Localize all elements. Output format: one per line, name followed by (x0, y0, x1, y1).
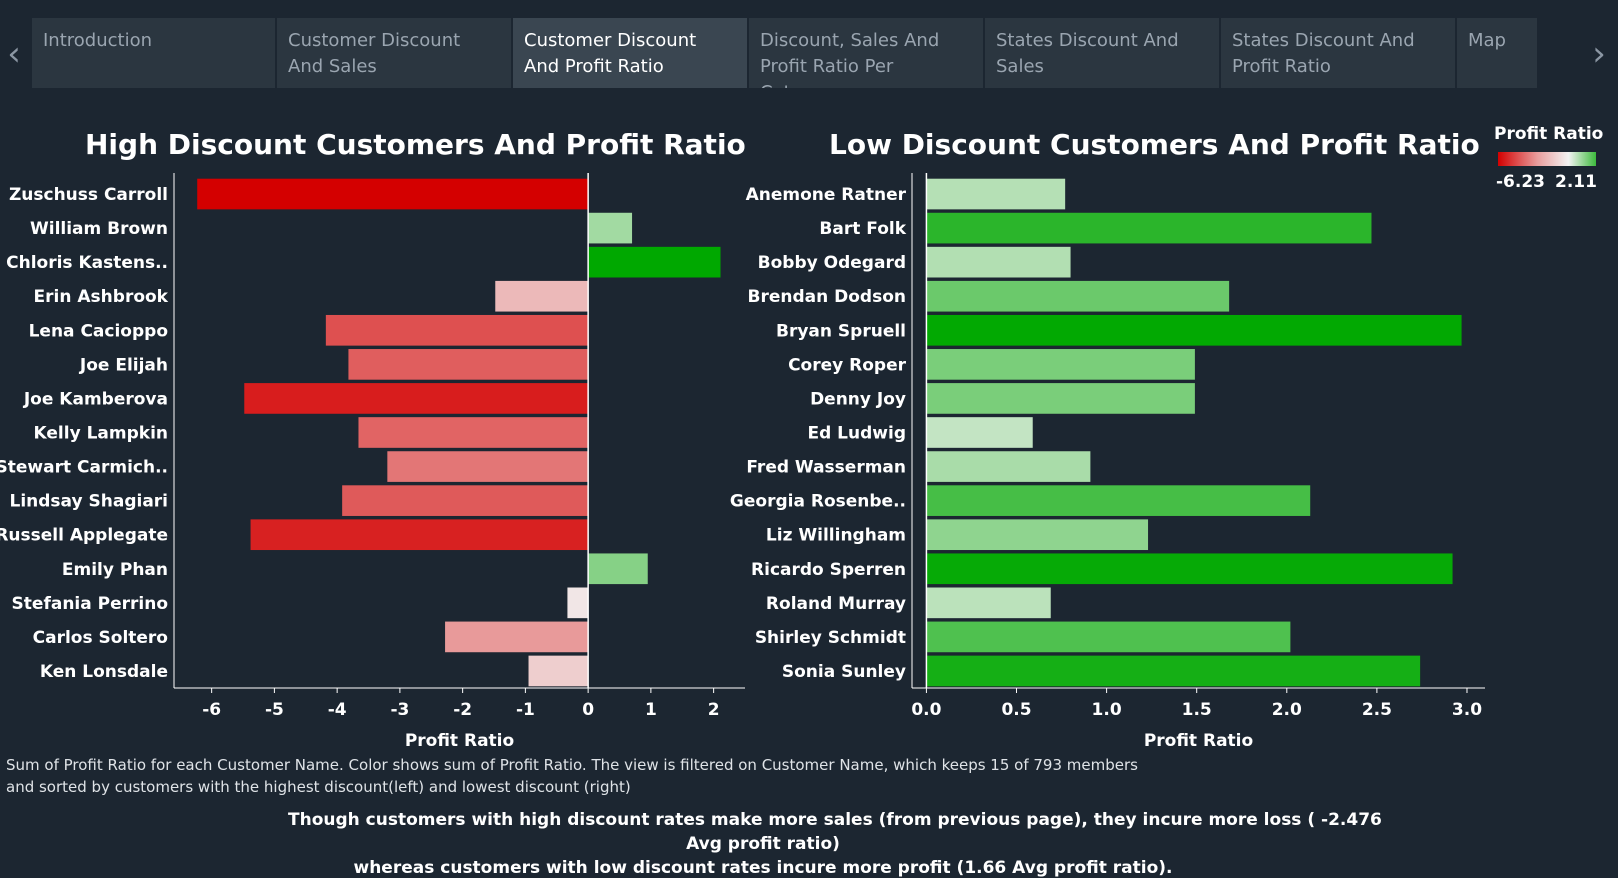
low-discount-x-axis-title: Profit Ratio (1144, 731, 1253, 751)
low-discount-x-tick-label: 2.5 (1362, 700, 1392, 720)
low-discount-bar (926, 587, 1051, 619)
low-discount-category-label: Fred Wasserman (746, 458, 906, 478)
insight-line-2: Avg profit ratio) (686, 834, 840, 854)
insight-line-1: Though customers with high discount rate… (288, 810, 1382, 830)
low-discount-bar (926, 417, 1033, 448)
low-discount-bar (926, 349, 1195, 380)
low-discount-x-tick-label: 2.0 (1272, 700, 1302, 720)
low-discount-category-label: Bart Folk (819, 219, 906, 239)
low-discount-bar (926, 519, 1149, 551)
low-discount-bar (926, 212, 1372, 244)
low-discount-bar (926, 280, 1230, 312)
low-discount-category-label: Liz Willingham (766, 526, 906, 546)
low-discount-category-label: Bryan Spruell (776, 321, 906, 341)
low-discount-bar (926, 178, 1066, 210)
legend-title: Profit Ratio (1494, 124, 1604, 144)
low-discount-x-tick-label: 0.0 (911, 700, 941, 720)
low-discount-bar (926, 246, 1071, 278)
low-discount-category-label: Ed Ludwig (807, 424, 906, 444)
low-discount-bar (926, 451, 1091, 482)
low-discount-x-tick-label: 1.0 (1092, 700, 1122, 720)
color-legend-gradient (1498, 152, 1596, 166)
low-discount-category-label: Roland Murray (766, 594, 906, 614)
chevron-right-icon[interactable]: › (1585, 34, 1613, 74)
low-discount-bar (926, 655, 1421, 687)
low-discount-category-label: Denny Joy (810, 389, 906, 409)
low-discount-x-tick-label: 3.0 (1452, 700, 1482, 720)
low-discount-bar (926, 621, 1291, 653)
low-discount-bar (926, 553, 1453, 585)
low-discount-bar (926, 383, 1195, 414)
low-discount-category-label: Bobby Odegard (758, 253, 906, 273)
legend-max-label: 2.11 (1555, 172, 1597, 192)
low-discount-category-label: Georgia Rosenbe.. (730, 492, 906, 512)
low-discount-category-label: Sonia Sunley (782, 662, 906, 682)
legend-min-label: -6.23 (1496, 172, 1545, 192)
low-discount-category-label: Ricardo Sperren (751, 560, 906, 580)
low-discount-category-label: Anemone Ratner (746, 185, 907, 205)
low-discount-category-label: Shirley Schmidt (755, 628, 906, 648)
low-discount-x-tick-label: 0.5 (1001, 700, 1031, 720)
low-discount-bar (926, 485, 1311, 516)
low-discount-category-label: Corey Roper (788, 355, 907, 375)
low-discount-bar (926, 314, 1462, 346)
caption-line-2: and sorted by customers with the highest… (6, 778, 631, 796)
low-discount-category-label: Brendan Dodson (748, 287, 907, 307)
low-discount-x-tick-label: 1.5 (1182, 700, 1212, 720)
insight-line-3: whereas customers with low discount rate… (353, 858, 1173, 878)
caption-line-1: Sum of Profit Ratio for each Customer Na… (6, 756, 1138, 774)
low-discount-bar-chart: Anemone Ratner Bart Folk Bobby Odegard Bren… (730, 173, 1485, 751)
